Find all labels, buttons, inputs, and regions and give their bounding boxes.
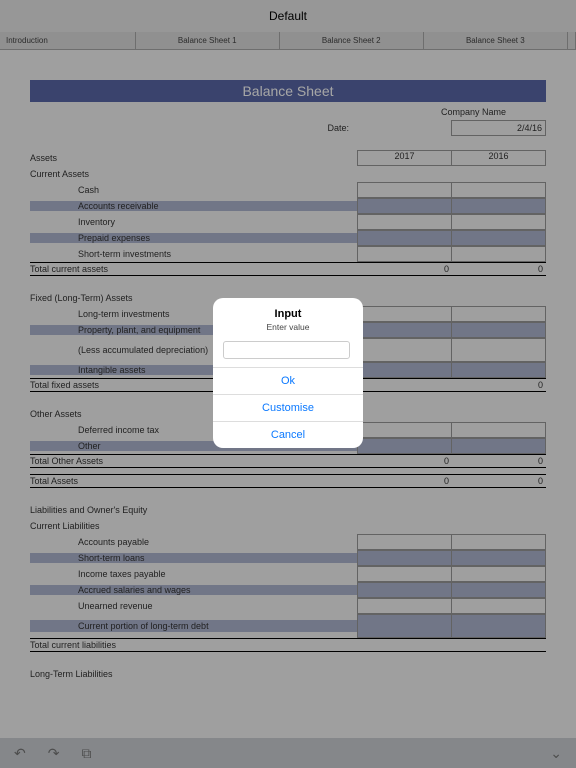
input-dialog: Input Enter value Ok Customise Cancel: [213, 298, 363, 448]
dialog-title: Input: [213, 298, 363, 320]
ok-button[interactable]: Ok: [213, 367, 363, 394]
dialog-input[interactable]: [223, 341, 350, 359]
customise-button[interactable]: Customise: [213, 394, 363, 421]
dialog-subtitle: Enter value: [213, 320, 363, 340]
cancel-button[interactable]: Cancel: [213, 421, 363, 448]
